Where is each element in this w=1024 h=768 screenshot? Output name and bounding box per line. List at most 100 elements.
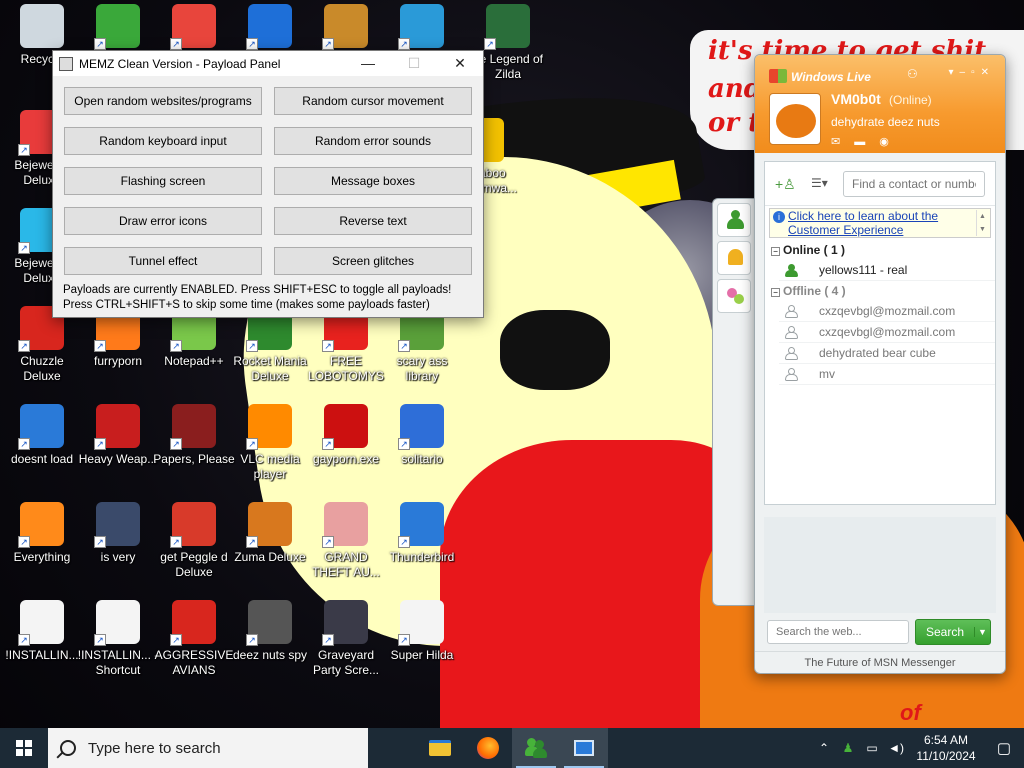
desktop-icon[interactable]: ↗ doesnt load — [0, 404, 84, 467]
avatar[interactable] — [769, 93, 821, 145]
maximize-button[interactable]: ▫ — [971, 67, 981, 78]
payload-random-error-sounds-button[interactable]: Random error sounds — [274, 127, 472, 155]
taskbar-messenger[interactable] — [512, 728, 560, 768]
desktop-icon-label: Super Hilda — [390, 648, 454, 662]
shortcut-arrow-icon: ↗ — [246, 38, 258, 50]
contact-row[interactable]: yellows111 - real — [779, 260, 995, 281]
memz-payload-panel-window[interactable]: MEMZ Clean Version - Payload Panel — ☐ ✕… — [52, 50, 484, 318]
network-icon[interactable]: ▭ — [860, 741, 884, 755]
desktop-icon[interactable]: ↗ Graveyard Party Scre... — [304, 600, 388, 678]
desktop-icon-label: !INSTALLIN... - Shortcut — [77, 648, 159, 677]
desktop-icon[interactable]: ↗ — [152, 4, 236, 52]
shortcut-arrow-icon: ↗ — [170, 38, 182, 50]
group-online-header[interactable]: − Online ( 1 ) — [765, 240, 995, 260]
close-button[interactable]: ✕ — [981, 67, 995, 78]
people-icon[interactable]: ⚇ — [907, 67, 918, 81]
info-scroll-arrows[interactable]: ▲ ▼ — [976, 210, 988, 236]
taskbar-firefox[interactable] — [464, 728, 512, 768]
contact-list-panel: +♙ ☰▾ i Click here to learn about the Cu… — [764, 161, 996, 505]
customer-experience-link[interactable]: i Click here to learn about the Customer… — [769, 208, 991, 238]
clock[interactable]: 6:54 AM 11/10/2024 — [908, 732, 984, 764]
taskbar-search-box[interactable]: Type here to search — [48, 728, 368, 768]
contact-row[interactable]: cxzqevbgl@mozmail.com — [779, 322, 995, 343]
close-button[interactable]: ✕ — [437, 51, 483, 76]
payload-random-keyboard-input-button[interactable]: Random keyboard input — [64, 127, 262, 155]
desktop-icon-label: VLC media player — [240, 452, 300, 481]
windows-live-messenger-window[interactable]: Windows Live ⚇ ▾–▫✕ VM0b0t (Online) dehy… — [754, 54, 1006, 674]
shortcut-arrow-icon: ↗ — [484, 38, 496, 50]
chevron-up-icon[interactable]: ⌃ — [812, 741, 836, 755]
collapse-icon[interactable]: − — [771, 288, 780, 297]
desktop-icon[interactable]: ↗ — [304, 4, 388, 52]
chevron-down-icon[interactable]: ▼ — [974, 627, 990, 637]
payload-open-random-websites-button[interactable]: Open random websites/programs — [64, 87, 262, 115]
maximize-button[interactable]: ☐ — [391, 51, 437, 76]
tab-notifications[interactable] — [717, 241, 751, 275]
messenger-tray-icon[interactable]: ♟ — [836, 741, 860, 755]
taskbar-file-explorer[interactable] — [416, 728, 464, 768]
minimize-button[interactable]: – — [960, 67, 972, 78]
payload-flashing-screen-button[interactable]: Flashing screen — [64, 167, 262, 195]
web-search-input[interactable] — [767, 620, 909, 644]
desktop-icon[interactable]: ↗ GRAND THEFT AU... — [304, 502, 388, 580]
find-contact-input[interactable] — [843, 171, 985, 197]
personal-message[interactable]: dehydrate deez nuts — [831, 115, 940, 129]
desktop-icon[interactable]: ↗ deez nuts spy — [228, 600, 312, 663]
tab-spaces[interactable] — [717, 279, 751, 313]
list-options-icon[interactable]: ☰▾ — [811, 176, 828, 190]
desktop-icon-label: get Peggle d Deluxe — [160, 550, 228, 579]
payload-draw-error-icons-button[interactable]: Draw error icons — [64, 207, 262, 235]
desktop-icon[interactable]: ↗ get Peggle d Deluxe — [152, 502, 236, 580]
desktop-icon[interactable]: ↗ Thunderbird — [380, 502, 464, 565]
desktop-icon[interactable]: ↗ VLC media player — [228, 404, 312, 482]
taskbar-memz[interactable] — [560, 728, 608, 768]
desktop-icon[interactable]: ↗ Super Hilda — [380, 600, 464, 663]
desktop-icon[interactable]: ↗ — [380, 4, 464, 52]
desktop-icon[interactable]: ↗ Everything — [0, 502, 84, 565]
display-name[interactable]: VM0b0t — [831, 91, 881, 107]
desktop-icon[interactable]: ↗ AGGRESSIVE AVIANS — [152, 600, 236, 678]
desktop-icon[interactable]: ↗ !INSTALLIN... — [0, 600, 84, 663]
menu-chevron-icon[interactable]: ▾ — [948, 67, 959, 78]
mail-icon[interactable]: ✉ — [831, 136, 854, 148]
payload-message-boxes-button[interactable]: Message boxes — [274, 167, 472, 195]
payload-random-cursor-movement-button[interactable]: Random cursor movement — [274, 87, 472, 115]
app-icon: ↗ — [170, 502, 216, 548]
info-link-text[interactable]: Click here to learn about the Customer E… — [788, 209, 938, 237]
desktop-icon[interactable]: ↗ — [76, 4, 160, 52]
folder-icon[interactable]: ▬ — [854, 136, 879, 148]
desktop-icon-label: Thunderbird — [389, 550, 455, 564]
notification-icon[interactable]: ▢ — [984, 739, 1024, 757]
app-icon: ↗ — [170, 4, 216, 50]
desktop-icon-label: gayporn.exe — [312, 452, 380, 466]
volume-icon[interactable]: ◄) — [884, 741, 908, 755]
contact-row[interactable]: cxzqevbgl@mozmail.com — [779, 301, 995, 322]
desktop-icon[interactable]: ↗ Zuma Deluxe — [228, 502, 312, 565]
desktop-icon[interactable]: ↗ solitario — [380, 404, 464, 467]
tab-contacts[interactable] — [717, 203, 751, 237]
payload-tunnel-effect-button[interactable]: Tunnel effect — [64, 247, 262, 275]
desktop-icon[interactable]: ↗ Heavy Weap... — [76, 404, 160, 467]
desktop-icon[interactable]: ↗ — [228, 4, 312, 52]
app-icon: ↗ — [322, 4, 368, 50]
globe-icon[interactable]: ◉ — [879, 136, 903, 148]
desktop-icon[interactable]: ↗ Papers, Please — [152, 404, 236, 467]
web-search-button[interactable]: Search ▼ — [915, 619, 991, 645]
windows-logo-icon — [16, 740, 32, 756]
desktop-icon[interactable]: ↗ !INSTALLIN... - Shortcut — [76, 600, 160, 678]
contact-row[interactable]: dehydrated bear cube — [779, 343, 995, 364]
payload-reverse-text-button[interactable]: Reverse text — [274, 207, 472, 235]
collapse-icon[interactable]: − — [771, 247, 780, 256]
desktop-icon[interactable]: ↗ is very — [76, 502, 160, 565]
desktop-icon[interactable]: ↗ gayporn.exe — [304, 404, 388, 467]
status-label[interactable]: (Online) — [889, 93, 932, 107]
payload-screen-glitches-button[interactable]: Screen glitches — [274, 247, 472, 275]
add-contact-icon[interactable]: +♙ — [775, 176, 796, 192]
shortcut-arrow-icon: ↗ — [170, 536, 182, 548]
contact-row[interactable]: mv — [779, 364, 995, 385]
app-icon — [20, 4, 64, 48]
memz-title-bar[interactable]: MEMZ Clean Version - Payload Panel — ☐ ✕ — [53, 51, 483, 76]
group-offline-header[interactable]: − Offline ( 4 ) — [765, 281, 995, 301]
start-button[interactable] — [0, 728, 48, 768]
minimize-button[interactable]: — — [345, 51, 391, 76]
